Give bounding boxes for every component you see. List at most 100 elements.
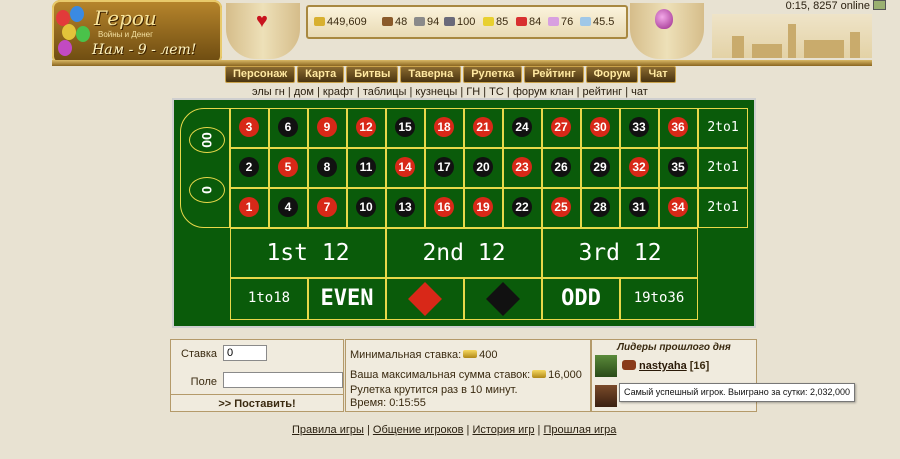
mercury-icon bbox=[444, 17, 455, 26]
nav-item-roulette[interactable]: Рулетка bbox=[463, 66, 523, 83]
number-1[interactable]: 1 bbox=[239, 197, 259, 217]
number-31[interactable]: 31 bbox=[629, 197, 649, 217]
player-level: [16] bbox=[689, 360, 710, 372]
logo-subtitle: Войны и Денег bbox=[98, 30, 153, 39]
number-9[interactable]: 9 bbox=[317, 117, 337, 137]
field-input[interactable] bbox=[223, 372, 343, 388]
number-22[interactable]: 22 bbox=[512, 197, 532, 217]
potion-flask-icon[interactable] bbox=[655, 9, 673, 29]
nav-item-rating[interactable]: Рейтинг bbox=[524, 66, 584, 83]
number-5[interactable]: 5 bbox=[278, 157, 298, 177]
subnav-link[interactable]: ТС bbox=[489, 86, 504, 98]
player-name-link[interactable]: nastyaha bbox=[639, 360, 687, 372]
number-16[interactable]: 16 bbox=[434, 197, 454, 217]
nav-item-chat[interactable]: Чат bbox=[640, 66, 676, 83]
number-26[interactable]: 26 bbox=[551, 157, 571, 177]
last-game-link[interactable]: Прошлая игра bbox=[543, 424, 616, 436]
game-logo[interactable]: Герои Войны и Денег Нам - 9 - лет! bbox=[52, 0, 222, 64]
resource-wood: 48 bbox=[382, 16, 407, 28]
number-36[interactable]: 36 bbox=[668, 117, 688, 137]
number-12[interactable]: 12 bbox=[356, 117, 376, 137]
subnav-link[interactable]: рейтинг bbox=[583, 86, 623, 98]
low-bet-1to18[interactable]: 1to18 bbox=[230, 290, 308, 306]
zero-0[interactable]: 0 bbox=[189, 177, 225, 203]
resource-gold: 449,609 bbox=[314, 16, 367, 28]
player-avatar-2[interactable] bbox=[595, 385, 617, 407]
number-11[interactable]: 11 bbox=[356, 157, 376, 177]
dozen-bet-3[interactable]: 3rd 12 bbox=[542, 240, 698, 266]
number-18[interactable]: 18 bbox=[434, 117, 454, 137]
number-29[interactable]: 29 bbox=[590, 157, 610, 177]
number-35[interactable]: 35 bbox=[668, 157, 688, 177]
stake-input[interactable] bbox=[223, 345, 267, 361]
dozen-bet-1[interactable]: 1st 12 bbox=[230, 240, 386, 266]
subnav-link[interactable]: форум клан bbox=[513, 86, 574, 98]
number-6[interactable]: 6 bbox=[278, 117, 298, 137]
diamond-icon bbox=[580, 17, 591, 26]
number-15[interactable]: 15 bbox=[395, 117, 415, 137]
number-10[interactable]: 10 bbox=[356, 197, 376, 217]
number-2[interactable]: 2 bbox=[239, 157, 259, 177]
number-27[interactable]: 27 bbox=[551, 117, 571, 137]
number-13[interactable]: 13 bbox=[395, 197, 415, 217]
zero-pocket[interactable] bbox=[180, 108, 230, 228]
stake-label: Ставка bbox=[181, 348, 217, 360]
number-14[interactable]: 14 bbox=[395, 157, 415, 177]
nav-item-character[interactable]: Персонаж bbox=[225, 66, 296, 83]
nav-item-tavern[interactable]: Таверна bbox=[400, 66, 462, 83]
subnav-link[interactable]: элы гн bbox=[252, 86, 285, 98]
spin-interval-text: Рулетка крутится раз в 10 минут. bbox=[350, 384, 518, 396]
ore-icon bbox=[414, 17, 425, 26]
zero-00[interactable]: 00 bbox=[189, 127, 225, 153]
number-3[interactable]: 3 bbox=[239, 117, 259, 137]
number-34[interactable]: 34 bbox=[668, 197, 688, 217]
field-label: Поле bbox=[190, 376, 217, 388]
even-bet[interactable]: EVEN bbox=[308, 286, 386, 311]
subnav-link[interactable]: чат bbox=[631, 86, 648, 98]
game-history-link[interactable]: История игр bbox=[472, 424, 534, 436]
number-7[interactable]: 7 bbox=[317, 197, 337, 217]
sulfur-icon bbox=[483, 17, 494, 26]
subnav-link[interactable]: дом bbox=[294, 86, 314, 98]
nav-item-battles[interactable]: Битвы bbox=[346, 66, 399, 83]
subnav-link[interactable]: таблицы bbox=[363, 86, 407, 98]
column-bet-2[interactable]: 2to1 bbox=[698, 160, 748, 175]
number-24[interactable]: 24 bbox=[512, 117, 532, 137]
number-33[interactable]: 33 bbox=[629, 117, 649, 137]
subnav-link[interactable]: кузнецы bbox=[415, 86, 457, 98]
column-bet-3[interactable]: 2to1 bbox=[698, 200, 748, 215]
place-bet-button[interactable]: >> Поставить! bbox=[171, 394, 343, 413]
leader-tooltip: Самый успешный игрок. Выиграно за сутки:… bbox=[619, 383, 856, 402]
number-20[interactable]: 20 bbox=[473, 157, 493, 177]
leaders-title: Лидеры прошлого дня bbox=[617, 342, 731, 353]
number-30[interactable]: 30 bbox=[590, 117, 610, 137]
race-icon bbox=[622, 360, 636, 370]
rules-link[interactable]: Правила игры bbox=[292, 424, 364, 436]
player-avatar[interactable] bbox=[595, 355, 617, 377]
nav-item-map[interactable]: Карта bbox=[297, 66, 345, 83]
number-25[interactable]: 25 bbox=[551, 197, 571, 217]
gold-icon bbox=[463, 350, 478, 358]
wood-icon bbox=[382, 17, 393, 26]
bet-info: Минимальная ставка: 400 Ваша максимальная… bbox=[345, 339, 591, 412]
number-28[interactable]: 28 bbox=[590, 197, 610, 217]
number-32[interactable]: 32 bbox=[629, 157, 649, 177]
number-17[interactable]: 17 bbox=[434, 157, 454, 177]
number-21[interactable]: 21 bbox=[473, 117, 493, 137]
odd-bet[interactable]: ODD bbox=[542, 286, 620, 311]
mail-icon[interactable] bbox=[873, 0, 886, 10]
subnav-link[interactable]: ГН bbox=[466, 86, 480, 98]
health-heart-icon[interactable]: ♥ bbox=[256, 10, 268, 33]
number-23[interactable]: 23 bbox=[512, 157, 532, 177]
nav-item-forum[interactable]: Форум bbox=[585, 66, 639, 83]
dozen-bet-2[interactable]: 2nd 12 bbox=[386, 240, 542, 266]
subnav-link[interactable]: крафт bbox=[323, 86, 354, 98]
gems-icon bbox=[548, 17, 559, 26]
number-19[interactable]: 19 bbox=[473, 197, 493, 217]
number-4[interactable]: 4 bbox=[278, 197, 298, 217]
high-bet-19to36[interactable]: 19to36 bbox=[620, 290, 698, 306]
column-bet-1[interactable]: 2to1 bbox=[698, 120, 748, 135]
city-skyline-image bbox=[712, 14, 872, 58]
players-chat-link[interactable]: Общение игроков bbox=[373, 424, 464, 436]
number-8[interactable]: 8 bbox=[317, 157, 337, 177]
